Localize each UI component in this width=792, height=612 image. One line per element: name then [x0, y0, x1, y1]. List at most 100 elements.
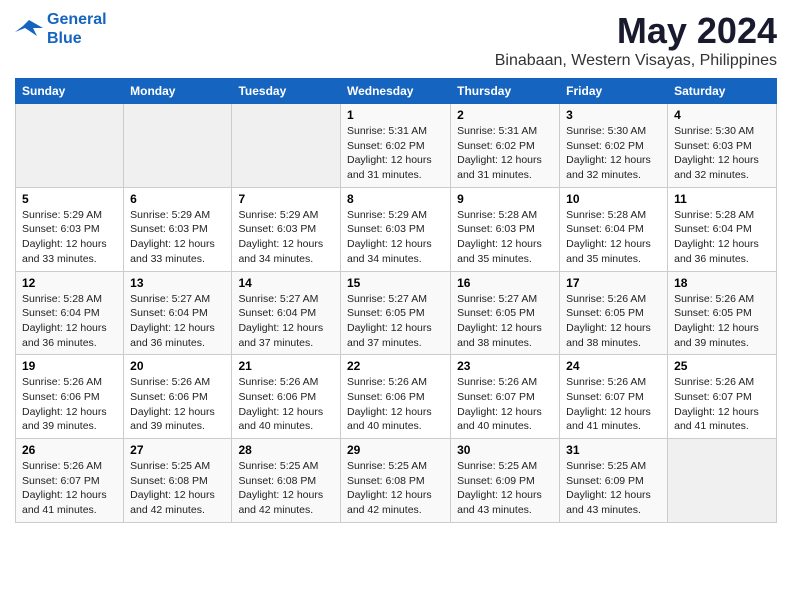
calendar-cell: 19 Sunrise: 5:26 AM Sunset: 6:06 PM Dayli… — [16, 355, 124, 439]
calendar-cell — [124, 104, 232, 188]
calendar-table: SundayMondayTuesdayWednesdayThursdayFrid… — [15, 78, 777, 523]
calendar-cell: 29 Sunrise: 5:25 AM Sunset: 6:08 PM Dayli… — [340, 439, 450, 523]
main-title: May 2024 — [495, 10, 777, 52]
day-number: 16 — [457, 276, 553, 290]
weekday-header-tuesday: Tuesday — [232, 79, 341, 104]
day-info: Sunrise: 5:25 AM Sunset: 6:09 PM Dayligh… — [457, 459, 553, 518]
calendar-cell: 6Sunrise: 5:29 AM Sunset: 6:03 PM Daylig… — [124, 187, 232, 271]
day-info: Sunrise: 5:26 AM Sunset: 6:06 PM Dayligh… — [22, 375, 117, 434]
logo-line2: Blue — [47, 30, 82, 47]
day-number: 23 — [457, 359, 553, 373]
week-row-3: 12 Sunrise: 5:28 AM Sunset: 6:04 PM Dayli… — [16, 271, 777, 355]
day-number: 17 — [566, 276, 661, 290]
day-number: 29 — [347, 443, 444, 457]
calendar-cell: 1Sunrise: 5:31 AM Sunset: 6:02 PM Daylig… — [340, 104, 450, 188]
calendar-cell: 31 Sunrise: 5:25 AM Sunset: 6:09 PM Dayli… — [560, 439, 668, 523]
day-number: 1 — [347, 108, 444, 122]
calendar-cell: 3 Sunrise: 5:30 AM Sunset: 6:02 PM Daylig… — [560, 104, 668, 188]
day-info: Sunrise: 5:30 AM Sunset: 6:02 PM Dayligh… — [566, 124, 661, 183]
day-info: Sunrise: 5:27 AM Sunset: 6:05 PM Dayligh… — [457, 292, 553, 351]
day-info: Sunrise: 5:26 AM Sunset: 6:05 PM Dayligh… — [674, 292, 770, 351]
day-info: Sunrise: 5:27 AM Sunset: 6:05 PM Dayligh… — [347, 292, 444, 351]
calendar-cell: 25 Sunrise: 5:26 AM Sunset: 6:07 PM Dayli… — [668, 355, 777, 439]
day-info: Sunrise: 5:26 AM Sunset: 6:07 PM Dayligh… — [566, 375, 661, 434]
weekday-header-monday: Monday — [124, 79, 232, 104]
day-number: 13 — [130, 276, 225, 290]
day-info: Sunrise: 5:29 AM Sunset: 6:03 PM Dayligh… — [22, 208, 117, 267]
day-number: 31 — [566, 443, 661, 457]
day-number: 12 — [22, 276, 117, 290]
calendar-cell: 24 Sunrise: 5:26 AM Sunset: 6:07 PM Dayli… — [560, 355, 668, 439]
calendar-cell: 10 Sunrise: 5:28 AM Sunset: 6:04 PM Dayli… — [560, 187, 668, 271]
subtitle: Binabaan, Western Visayas, Philippines — [495, 52, 777, 70]
day-info: Sunrise: 5:25 AM Sunset: 6:08 PM Dayligh… — [130, 459, 225, 518]
day-info: Sunrise: 5:26 AM Sunset: 6:07 PM Dayligh… — [674, 375, 770, 434]
day-info: Sunrise: 5:25 AM Sunset: 6:08 PM Dayligh… — [238, 459, 334, 518]
weekday-header-sunday: Sunday — [16, 79, 124, 104]
day-number: 30 — [457, 443, 553, 457]
week-row-1: 1 Sunrise: 5:31 AM Sunset: 6:02 PM Daylig… — [16, 104, 777, 188]
day-info: Sunrise: 5:28 AM Sunset: 6:04 PM Dayligh… — [566, 208, 661, 267]
day-info: Sunrise: 5:26 AM Sunset: 6:07 PM Dayligh… — [457, 375, 553, 434]
logo: General Blue — [15, 10, 107, 48]
day-number: 7 — [238, 192, 334, 206]
day-info: Sunrise: 5:25 AM Sunset: 6:09 PM Dayligh… — [566, 459, 661, 518]
day-info: Sunrise: 5:29 AM Sunset: 6:03 PM Dayligh… — [347, 208, 444, 267]
day-number: 10 — [566, 192, 661, 206]
day-info: Sunrise: 5:28 AM Sunset: 6:03 PM Dayligh… — [457, 208, 553, 267]
calendar-cell: 5 Sunrise: 5:29 AM Sunset: 6:03 PM Daylig… — [16, 187, 124, 271]
week-row-2: 5 Sunrise: 5:29 AM Sunset: 6:03 PM Daylig… — [16, 187, 777, 271]
calendar-cell: 16 Sunrise: 5:27 AM Sunset: 6:05 PM Dayli… — [451, 271, 560, 355]
logo-line1: General — [47, 11, 107, 28]
day-info: Sunrise: 5:26 AM Sunset: 6:06 PM Dayligh… — [130, 375, 225, 434]
calendar-cell: 12 Sunrise: 5:28 AM Sunset: 6:04 PM Dayli… — [16, 271, 124, 355]
day-number: 24 — [566, 359, 661, 373]
day-info: Sunrise: 5:29 AM Sunset: 6:03 PM Dayligh… — [238, 208, 334, 267]
day-info: Sunrise: 5:28 AM Sunset: 6:04 PM Dayligh… — [674, 208, 770, 267]
day-number: 11 — [674, 192, 770, 206]
calendar-cell: 15 Sunrise: 5:27 AM Sunset: 6:05 PM Dayli… — [340, 271, 450, 355]
week-row-4: 19 Sunrise: 5:26 AM Sunset: 6:06 PM Dayli… — [16, 355, 777, 439]
calendar-cell: 21 Sunrise: 5:26 AM Sunset: 6:06 PM Dayli… — [232, 355, 341, 439]
calendar-cell — [232, 104, 341, 188]
logo-text: General Blue — [47, 10, 107, 48]
day-number: 15 — [347, 276, 444, 290]
logo-bird-icon — [15, 18, 43, 40]
day-number: 5 — [22, 192, 117, 206]
day-number: 18 — [674, 276, 770, 290]
calendar-cell: 23 Sunrise: 5:26 AM Sunset: 6:07 PM Dayli… — [451, 355, 560, 439]
calendar-cell: 13Sunrise: 5:27 AM Sunset: 6:04 PM Dayli… — [124, 271, 232, 355]
calendar-cell — [668, 439, 777, 523]
day-number: 2 — [457, 108, 553, 122]
calendar-cell: 20 Sunrise: 5:26 AM Sunset: 6:06 PM Dayli… — [124, 355, 232, 439]
weekday-header-saturday: Saturday — [668, 79, 777, 104]
day-info: Sunrise: 5:28 AM Sunset: 6:04 PM Dayligh… — [22, 292, 117, 351]
day-info: Sunrise: 5:30 AM Sunset: 6:03 PM Dayligh… — [674, 124, 770, 183]
header: General Blue May 2024 Binabaan, Western … — [15, 10, 777, 70]
day-info: Sunrise: 5:26 AM Sunset: 6:05 PM Dayligh… — [566, 292, 661, 351]
day-number: 26 — [22, 443, 117, 457]
calendar-cell: 8 Sunrise: 5:29 AM Sunset: 6:03 PM Daylig… — [340, 187, 450, 271]
day-info: Sunrise: 5:27 AM Sunset: 6:04 PM Dayligh… — [238, 292, 334, 351]
title-section: May 2024 Binabaan, Western Visayas, Phil… — [495, 10, 777, 70]
day-number: 21 — [238, 359, 334, 373]
day-number: 19 — [22, 359, 117, 373]
calendar-cell: 9Sunrise: 5:28 AM Sunset: 6:03 PM Daylig… — [451, 187, 560, 271]
day-number: 20 — [130, 359, 225, 373]
weekday-header-thursday: Thursday — [451, 79, 560, 104]
calendar-cell: 2 Sunrise: 5:31 AM Sunset: 6:02 PM Daylig… — [451, 104, 560, 188]
weekday-header-wednesday: Wednesday — [340, 79, 450, 104]
calendar-cell: 4Sunrise: 5:30 AM Sunset: 6:03 PM Daylig… — [668, 104, 777, 188]
calendar-cell: 22Sunrise: 5:26 AM Sunset: 6:06 PM Dayli… — [340, 355, 450, 439]
day-number: 3 — [566, 108, 661, 122]
day-number: 8 — [347, 192, 444, 206]
day-info: Sunrise: 5:31 AM Sunset: 6:02 PM Dayligh… — [457, 124, 553, 183]
calendar-cell: 30 Sunrise: 5:25 AM Sunset: 6:09 PM Dayli… — [451, 439, 560, 523]
day-info: Sunrise: 5:26 AM Sunset: 6:07 PM Dayligh… — [22, 459, 117, 518]
day-info: Sunrise: 5:25 AM Sunset: 6:08 PM Dayligh… — [347, 459, 444, 518]
day-info: Sunrise: 5:26 AM Sunset: 6:06 PM Dayligh… — [238, 375, 334, 434]
day-number: 14 — [238, 276, 334, 290]
day-info: Sunrise: 5:29 AM Sunset: 6:03 PM Dayligh… — [130, 208, 225, 267]
day-number: 25 — [674, 359, 770, 373]
calendar-cell: 26 Sunrise: 5:26 AM Sunset: 6:07 PM Dayli… — [16, 439, 124, 523]
